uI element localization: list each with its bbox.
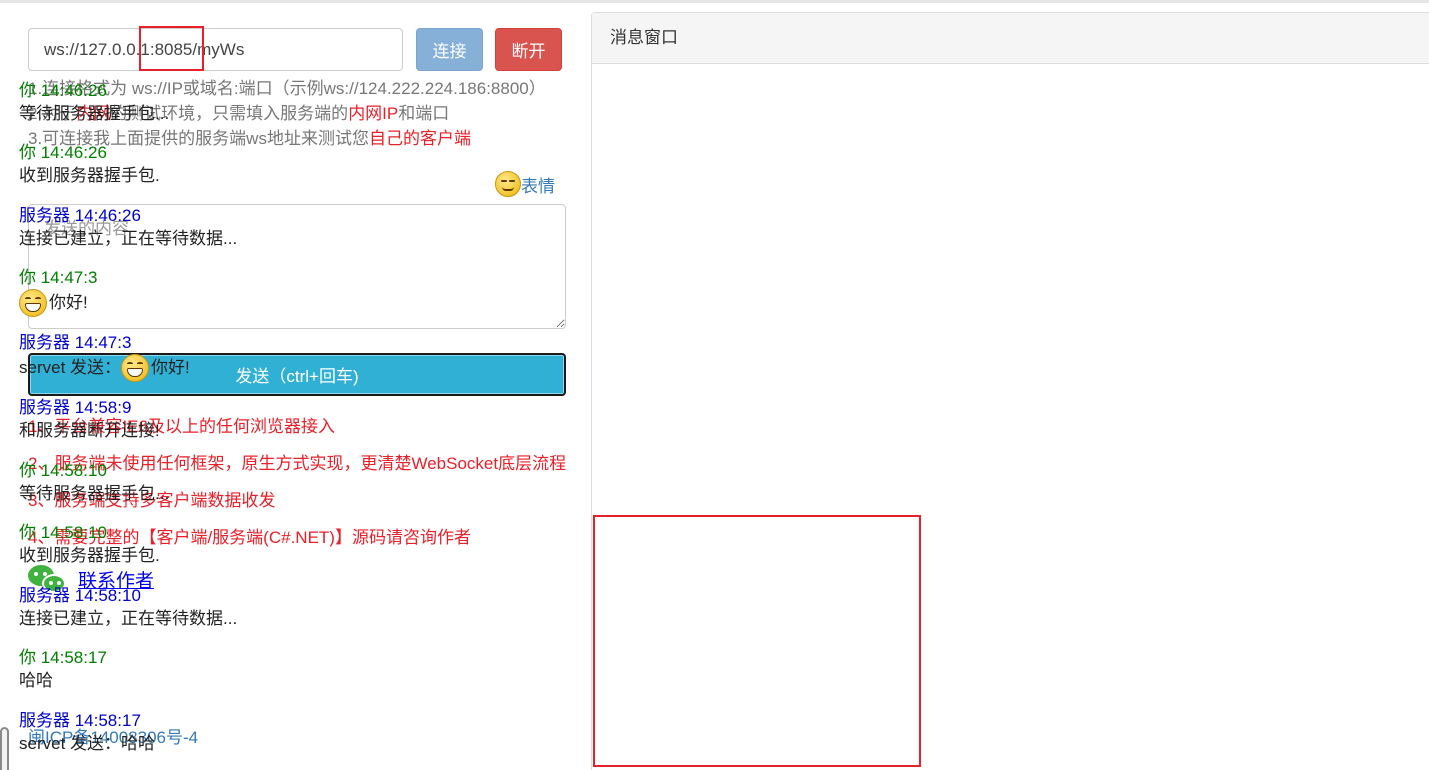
websocket-url-input[interactable] bbox=[28, 28, 403, 71]
message-text-content: 你好! bbox=[151, 358, 190, 377]
smile-icon bbox=[495, 171, 521, 197]
message-text-content: 你好! bbox=[49, 293, 88, 312]
message-sender: 服务器 14:58:10 bbox=[19, 586, 141, 605]
message-text: 和服务器断开连接! bbox=[19, 421, 160, 440]
disconnect-button[interactable]: 断开 bbox=[495, 28, 562, 71]
tip-highlight: 自己的客户端 bbox=[368, 129, 471, 148]
message-sender: 你 14:47:3 bbox=[19, 268, 98, 287]
message-sender: 你 14:58:10 bbox=[19, 461, 107, 480]
message-item: 你 14:58:10 收到服务器握手包. bbox=[19, 522, 160, 568]
message-panel: 消息窗口 bbox=[591, 12, 1429, 770]
message-item: 服务器 14:47:3 servet 发送： 你好! bbox=[19, 332, 190, 382]
panel-title: 消息窗口 bbox=[592, 13, 1429, 64]
message-item: 你 14:58:10 等待服务器握手包... bbox=[19, 460, 169, 506]
emoji-picker-link[interactable]: 表情 bbox=[495, 171, 555, 197]
message-text: 你好! bbox=[19, 289, 97, 317]
grin-icon bbox=[121, 354, 150, 382]
message-text: 等待服务器握手包... bbox=[19, 104, 170, 123]
message-sender: 你 14:58:17 bbox=[19, 648, 107, 667]
message-item: 你 14:58:17 哈哈 bbox=[19, 647, 107, 693]
message-prefix: servet 发送： bbox=[19, 358, 122, 377]
message-sender: 服务器 14:58:9 bbox=[19, 398, 132, 417]
message-item: 你 14:46:26 收到服务器握手包. bbox=[19, 142, 160, 188]
message-item: 你 14:46:26 等待服务器握手包... bbox=[19, 80, 169, 126]
message-text: 等待服务器握手包... bbox=[19, 484, 170, 503]
message-item: 服务器 14:58:10 连接已建立，正在等待数据... bbox=[19, 585, 237, 631]
message-text: 哈哈 bbox=[19, 671, 53, 690]
message-text: 收到服务器握手包. bbox=[19, 546, 160, 565]
message-sender: 服务器 14:58:17 bbox=[19, 711, 141, 730]
tip-highlight: 内网IP bbox=[348, 104, 399, 123]
emoji-label: 表情 bbox=[521, 176, 555, 196]
message-text: servet 发送：哈哈 bbox=[19, 734, 156, 753]
message-sender: 你 14:46:26 bbox=[19, 81, 107, 100]
message-text: 连接已建立，正在等待数据... bbox=[19, 609, 238, 628]
scrollbar-handle[interactable] bbox=[0, 727, 9, 770]
message-item: 服务器 14:46:26 连接已建立，正在等待数据... bbox=[19, 205, 237, 251]
message-item: 服务器 14:58:9 和服务器断开连接! bbox=[19, 397, 160, 443]
top-divider bbox=[0, 0, 1429, 3]
message-text: servet 发送： 你好! bbox=[19, 354, 190, 382]
message-text: 收到服务器握手包. bbox=[19, 166, 160, 185]
grin-icon bbox=[19, 289, 47, 317]
message-item: 你 14:47:3 你好! bbox=[19, 267, 97, 317]
message-sender: 你 14:58:10 bbox=[19, 523, 107, 542]
tip-text: 和端口 bbox=[398, 104, 450, 123]
message-sender: 服务器 14:47:3 bbox=[19, 333, 132, 352]
message-text: 连接已建立，正在等待数据... bbox=[19, 229, 238, 248]
message-item: 服务器 14:58:17 servet 发送：哈哈 bbox=[19, 710, 155, 756]
connect-button[interactable]: 连接 bbox=[416, 28, 483, 71]
message-sender: 服务器 14:46:26 bbox=[19, 206, 141, 225]
message-sender: 你 14:46:26 bbox=[19, 143, 107, 162]
